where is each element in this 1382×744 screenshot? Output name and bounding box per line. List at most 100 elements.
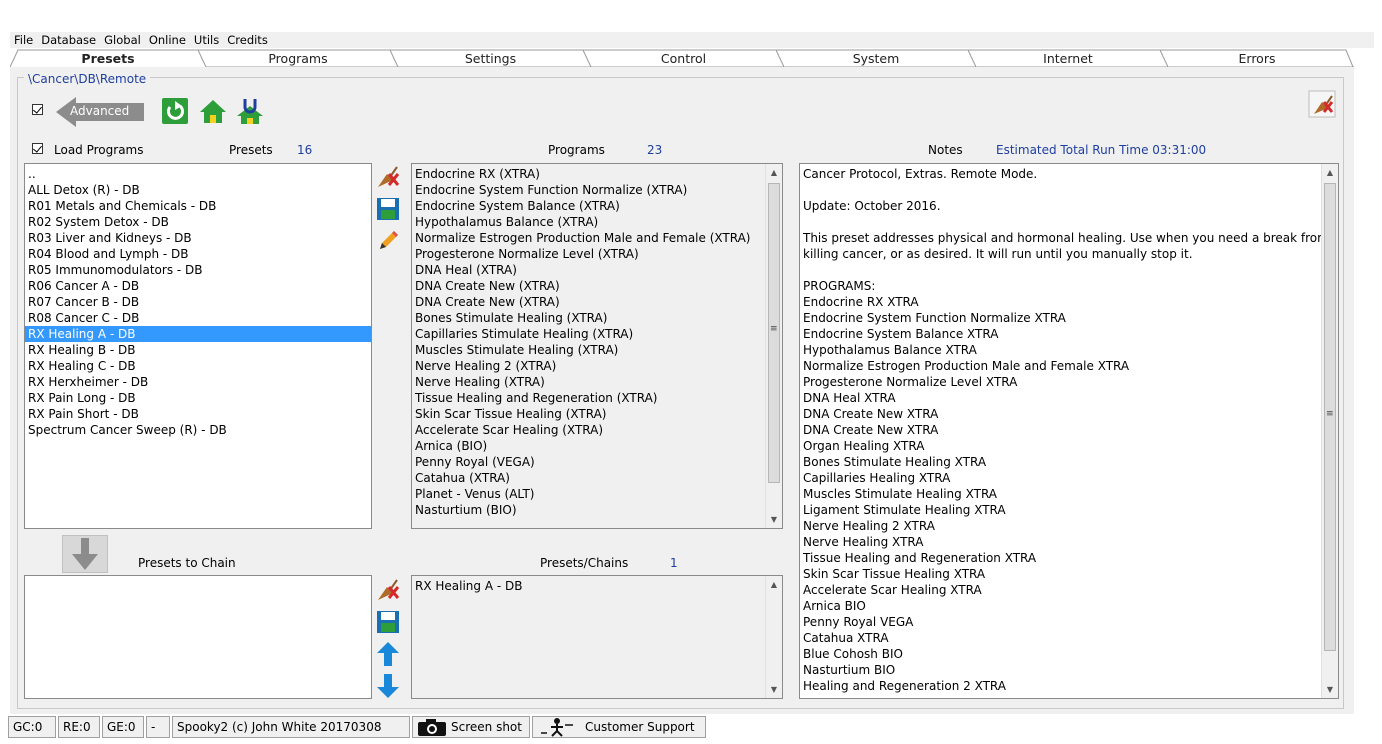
list-item[interactable]: Endocrine System Balance (XTRA)	[412, 198, 764, 214]
list-item[interactable]: Muscles Stimulate Healing (XTRA)	[412, 342, 764, 358]
menu-online[interactable]: Online	[145, 32, 190, 48]
load-programs-checkbox[interactable]	[32, 143, 43, 154]
menu-credits[interactable]: Credits	[223, 32, 272, 48]
screenshot-button[interactable]: Screen shot	[412, 716, 530, 738]
list-item[interactable]: Nerve Healing (XTRA)	[412, 374, 764, 390]
add-to-chain-button[interactable]	[62, 535, 108, 573]
presets-chains-list[interactable]: RX Healing A - DB ▲ ▼	[411, 575, 783, 699]
list-item[interactable]: Muscles Stimulate Healing XTRA	[800, 486, 1320, 502]
programs-list[interactable]: Endocrine RX (XTRA) Endocrine System Func…	[411, 163, 783, 529]
list-item[interactable]: R07 Cancer B - DB	[25, 294, 371, 310]
list-item[interactable]: DNA Heal (XTRA)	[412, 262, 764, 278]
tab-control[interactable]: Control	[591, 49, 776, 68]
notes-textbox[interactable]: Cancer Protocol, Extras. Remote Mode. Up…	[799, 163, 1339, 699]
chains-scrollbar[interactable]: ▲ ▼	[765, 576, 782, 698]
list-item[interactable]: DNA Create New (XTRA)	[412, 278, 764, 294]
list-item[interactable]: Accelerate Scar Healing (XTRA)	[412, 422, 764, 438]
list-item[interactable]: Arnica BIO	[800, 598, 1320, 614]
list-item[interactable]: Nerve Healing 2 XTRA	[800, 518, 1320, 534]
list-item[interactable]: RX Healing A - DB	[412, 578, 764, 594]
list-item[interactable]: Endocrine System Balance XTRA	[800, 326, 1320, 342]
list-item[interactable]: Penny Royal VEGA	[800, 614, 1320, 630]
scroll-up-icon[interactable]: ▲	[766, 576, 782, 593]
move-down-button[interactable]	[374, 672, 402, 700]
list-item[interactable]: R08 Cancer C - DB	[25, 310, 371, 326]
list-item[interactable]: Hypothalamus Balance XTRA	[800, 342, 1320, 358]
list-item[interactable]: Cancer Protocol, Extras. Remote Mode.	[800, 166, 1320, 182]
list-item[interactable]: DNA Heal XTRA	[800, 390, 1320, 406]
list-item[interactable]: Endocrine RX (XTRA)	[412, 166, 764, 182]
list-item[interactable]: RX Pain Long - DB	[25, 390, 371, 406]
edit-programs-button[interactable]	[374, 227, 402, 255]
scroll-down-icon[interactable]: ▼	[1322, 681, 1338, 698]
menu-file[interactable]: File	[10, 32, 37, 48]
list-item[interactable]: Healing and Regeneration 2 XTRA	[800, 678, 1320, 694]
list-item[interactable]: Hypothalamus Balance (XTRA)	[412, 214, 764, 230]
list-item[interactable]: Spectrum Cancer Sweep (R) - DB	[25, 422, 371, 438]
list-item[interactable]: Arnica (BIO)	[412, 438, 764, 454]
customer-support-button[interactable]: Customer Support	[532, 716, 706, 738]
list-item[interactable]: ALL Detox (R) - DB	[25, 182, 371, 198]
list-item[interactable]: Skin Scar Tissue Healing (XTRA)	[412, 406, 764, 422]
user-home-button[interactable]	[236, 97, 264, 125]
list-item[interactable]: Bones Stimulate Healing (XTRA)	[412, 310, 764, 326]
list-item[interactable]: RX Pain Short - DB	[25, 406, 371, 422]
clear-programs-button[interactable]	[374, 163, 402, 191]
list-item[interactable]: Endocrine System Function Normalize XTRA	[800, 310, 1320, 326]
list-item[interactable]: Ligament Stimulate Healing XTRA	[800, 502, 1320, 518]
list-item[interactable]: Normalize Estrogen Production Male and F…	[800, 358, 1320, 374]
list-item[interactable]: Skin Scar Tissue Healing XTRA	[800, 566, 1320, 582]
list-item[interactable]: Capillaries Stimulate Healing (XTRA)	[412, 326, 764, 342]
clear-chain-button[interactable]	[374, 576, 402, 604]
tab-system[interactable]: System	[784, 49, 968, 68]
list-item[interactable]: Nasturtium (BIO)	[412, 502, 764, 518]
advanced-checkbox[interactable]	[32, 104, 43, 115]
menu-utils[interactable]: Utils	[190, 32, 223, 48]
list-item[interactable]: Nerve Healing 2 (XTRA)	[412, 358, 764, 374]
notes-scrollbar[interactable]: ▲ ≡ ▼	[1321, 164, 1338, 698]
list-item[interactable]: RX Herxheimer - DB	[25, 374, 371, 390]
home-button[interactable]	[199, 97, 227, 125]
list-item[interactable]: Catahua XTRA	[800, 630, 1320, 646]
scroll-up-icon[interactable]: ▲	[1322, 164, 1338, 181]
tab-settings[interactable]: Settings	[398, 49, 583, 68]
list-item[interactable]: R06 Cancer A - DB	[25, 278, 371, 294]
list-item[interactable]: killing cancer, or as desired. It will r…	[800, 246, 1320, 262]
list-item[interactable]: RX Healing A - DB	[25, 326, 371, 342]
list-item[interactable]: Tissue Healing and Regeneration (XTRA)	[412, 390, 764, 406]
list-item[interactable]: ..	[25, 166, 371, 182]
list-item[interactable]: Blue Cohosh BIO	[800, 646, 1320, 662]
list-item[interactable]: Nasturtium BIO	[800, 662, 1320, 678]
list-item[interactable]: Penny Royal (VEGA)	[412, 454, 764, 470]
list-item[interactable]: Progesterone Normalize Level XTRA	[800, 374, 1320, 390]
list-item[interactable]: Organ Healing XTRA	[800, 438, 1320, 454]
list-item[interactable]	[800, 214, 1320, 230]
list-item[interactable]: R01 Metals and Chemicals - DB	[25, 198, 371, 214]
presets-list[interactable]: .. ALL Detox (R) - DB R01 Metals and Chemi…	[24, 163, 372, 529]
list-item[interactable]: PROGRAMS:	[800, 278, 1320, 294]
list-item[interactable]: RX Healing B - DB	[25, 342, 371, 358]
tab-programs[interactable]: Programs	[206, 49, 390, 68]
list-item[interactable]: Endocrine System Function Normalize (XTR…	[412, 182, 764, 198]
list-item[interactable]: Update: October 2016.	[800, 198, 1320, 214]
list-item[interactable]: Planet - Venus (ALT)	[412, 486, 764, 502]
clear-all-button[interactable]	[1308, 90, 1336, 118]
list-item[interactable]: Nerve Healing XTRA	[800, 534, 1320, 550]
list-item[interactable]: Endocrine RX XTRA	[800, 294, 1320, 310]
scroll-down-icon[interactable]: ▼	[766, 681, 782, 698]
list-item[interactable]: R05 Immunomodulators - DB	[25, 262, 371, 278]
list-item[interactable]: R02 System Detox - DB	[25, 214, 371, 230]
list-item[interactable]: Tissue Healing and Regeneration XTRA	[800, 550, 1320, 566]
list-item[interactable]: Bones Stimulate Healing XTRA	[800, 454, 1320, 470]
save-chain-button[interactable]	[374, 608, 402, 636]
tab-internet[interactable]: Internet	[976, 49, 1160, 68]
advanced-button[interactable]: Advanced	[56, 97, 144, 127]
list-item[interactable]: Progesterone Normalize Level (XTRA)	[412, 246, 764, 262]
menu-global[interactable]: Global	[100, 32, 145, 48]
move-up-button[interactable]	[374, 640, 402, 668]
list-item[interactable]	[800, 182, 1320, 198]
list-item[interactable]: RX Healing C - DB	[25, 358, 371, 374]
list-item[interactable]: Accelerate Scar Healing XTRA	[800, 582, 1320, 598]
list-item[interactable]: DNA Create New XTRA	[800, 406, 1320, 422]
presets-to-chain-list[interactable]	[24, 575, 372, 699]
